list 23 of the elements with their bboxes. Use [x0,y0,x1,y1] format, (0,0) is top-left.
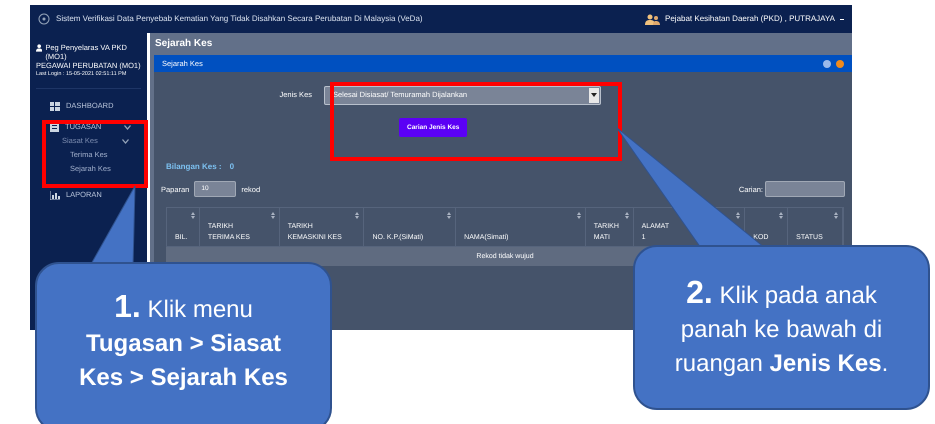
case-count: 0 [230,161,234,174]
sort-icon[interactable] [270,212,275,220]
sort-icon[interactable] [834,212,838,220]
sort-icon[interactable] [736,212,740,220]
sort-icon[interactable] [779,212,784,220]
sort-icon[interactable] [355,212,360,220]
logo-icon [38,13,50,25]
bar-chart-icon [50,190,60,200]
sort-icon[interactable] [576,212,581,220]
grid-icon [50,102,60,110]
case-count-label: Bilangan Kes : [166,161,222,174]
chevron-icon [122,138,129,144]
sort-icon[interactable] [624,212,629,220]
office-name[interactable]: Pejabat Kesihatan Daerah (PKD) , PUTRAJAYA [665,13,835,25]
window-title: Sistem Verifikasi Data Penyebab Kematian Yang Tidak Disahkan Secara Perubatan Di Malaysia (VeDa) [56,13,423,25]
sort-icon[interactable] [190,212,195,220]
user-icon [36,44,42,52]
search-field[interactable] [765,181,845,198]
sort-icon[interactable] [447,212,452,220]
chevron-icon [124,124,131,130]
instruction-callout: 1. Klik menu Tugasan > Siasat Kes > Sejarah Kes [35,262,332,424]
users-icon [645,14,660,24]
page-title: Sejarah Kes [154,37,214,51]
